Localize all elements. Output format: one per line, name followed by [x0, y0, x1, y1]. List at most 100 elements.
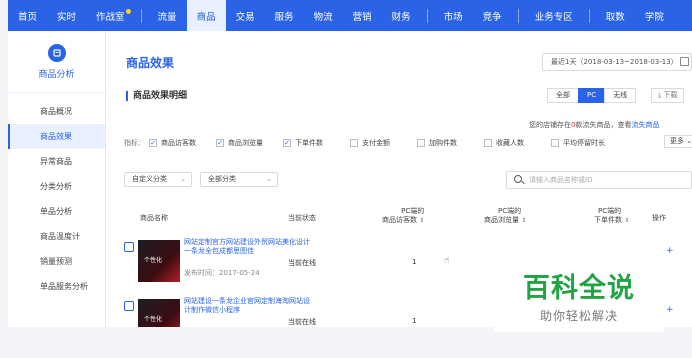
- col-label-line1: PC端的: [498, 207, 522, 215]
- product-name-link[interactable]: 网站建设一条龙企业官网定制海淘网站设计制作微信小程序: [184, 297, 314, 315]
- segment-wireless[interactable]: 无线: [604, 88, 637, 103]
- nav-item-trade[interactable]: 交易: [226, 0, 265, 31]
- metric-label: 支付金额: [362, 139, 390, 147]
- visitors-value: 1: [412, 258, 417, 266]
- nav-item-realtime[interactable]: 实时: [47, 0, 86, 31]
- metric-label: 下单件数: [295, 139, 323, 147]
- nav-item-service[interactable]: 服务: [265, 0, 304, 31]
- nav-item-academy[interactable]: 学院: [635, 0, 674, 31]
- select-value: 全部分类: [208, 175, 236, 183]
- segment-pc[interactable]: PC: [578, 88, 606, 103]
- col-status: 当前状态: [288, 214, 316, 222]
- nav-item-finance[interactable]: 财务: [382, 0, 421, 31]
- nav-item-business-zone[interactable]: 业务专区: [525, 0, 583, 31]
- sidebar-item-category[interactable]: 分类分析: [8, 174, 105, 199]
- metric-checkbox-favorites[interactable]: 收藏人数: [484, 138, 551, 148]
- lost-products-link[interactable]: 流失商品: [631, 121, 659, 129]
- col-visitors[interactable]: PC端的 商品访客数 ⇕: [382, 207, 424, 225]
- thumb-text: 个性化: [144, 257, 163, 264]
- sidebar-list: 商品概况 商品效果 异常商品 分类分析 单品分析 商品温度计 销量预测 单品服务…: [8, 93, 105, 299]
- device-segment: 全部 PC 无线: [547, 88, 637, 103]
- all-category-select[interactable]: 全部分类 ⌄: [200, 172, 278, 187]
- metric-checkbox-stay-time[interactable]: 平均停留时长: [551, 138, 618, 148]
- download-label: 下载: [663, 91, 678, 99]
- notice-middle: 款流失商品，查看: [575, 121, 632, 129]
- metric-checkbox-pageviews[interactable]: ✓ 商品浏览量: [216, 138, 283, 148]
- notification-dot: [125, 9, 131, 14]
- nav-divider: [140, 8, 142, 23]
- nav-label: 财务: [391, 11, 411, 23]
- publish-time: 发布时间：2017-05-24: [184, 269, 260, 277]
- sidebar-item-overview[interactable]: 商品概况: [8, 99, 105, 124]
- product-thumbnail[interactable]: 个性化: [138, 299, 180, 327]
- nav-item-competition[interactable]: 竞争: [473, 0, 512, 31]
- nav-item-data-fetch[interactable]: 取数: [596, 0, 635, 31]
- sidebar-item-single-product[interactable]: 单品分析: [8, 199, 105, 224]
- search-icon: [514, 175, 522, 183]
- segment-all[interactable]: 全部: [547, 88, 579, 103]
- thumb-text: 个性化: [144, 316, 163, 323]
- product-doc-icon: [124, 301, 134, 311]
- sidebar-item-service[interactable]: 单品服务分析: [8, 274, 105, 299]
- sidebar-item-product-effect[interactable]: 商品效果: [8, 124, 105, 149]
- nav-label: 学院: [644, 11, 664, 23]
- nav-item-traffic[interactable]: 流量: [148, 0, 187, 31]
- col-label-line2: 商品访客数: [382, 216, 417, 224]
- date-range-text: 最近1天（2018-03-13~2018-03-13）: [551, 58, 678, 66]
- add-icon[interactable]: +: [666, 246, 674, 256]
- product-name-link[interactable]: 网站定制官方网站建设外贸网站美化设计一条龙全包成都思图佳: [184, 238, 314, 256]
- col-label-line1: PC端的: [401, 207, 425, 215]
- sidebar-item-abnormal[interactable]: 异常商品: [8, 149, 105, 174]
- watermark-subtitle: 助你轻松解决: [539, 309, 618, 323]
- nav-item-logistics[interactable]: 物流: [304, 0, 343, 31]
- col-orders[interactable]: PC端的 下单件数 ⇕: [594, 207, 629, 225]
- metric-label: 商品访客数: [161, 139, 196, 147]
- metric-label: 收藏人数: [496, 139, 524, 147]
- more-metrics-button[interactable]: 更多 ⌄: [664, 135, 692, 148]
- date-range-picker[interactable]: 最近1天（2018-03-13~2018-03-13）: [542, 53, 692, 71]
- nav-label: 流量: [157, 11, 177, 23]
- sidebar-item-thermometer[interactable]: 商品温度计: [8, 224, 105, 249]
- product-thumbnail[interactable]: 个性化: [138, 240, 180, 282]
- custom-category-select[interactable]: 自定义分类 ⌄: [124, 172, 192, 187]
- nav-item-war-room[interactable]: 作战室: [86, 0, 135, 31]
- nav-item-products[interactable]: 商品: [186, 0, 226, 31]
- select-value: 自定义分类: [132, 175, 167, 183]
- metrics-selector: 指标： ✓ 商品访客数 ✓ 商品浏览量 ✓ 下单件数 支付金额 加购件数 收藏人数 平…: [124, 135, 692, 148]
- nav-label: 业务专区: [534, 11, 573, 23]
- sidebar-item-forecast[interactable]: 销量预测: [8, 249, 105, 274]
- nav-label: 作战室: [96, 11, 125, 23]
- nav-divider: [588, 8, 590, 23]
- chevron-down-icon: ⌄: [180, 175, 186, 183]
- nav-item-marketing[interactable]: 营销: [343, 0, 382, 31]
- nav-label: 营销: [352, 11, 372, 23]
- col-label-line2: 下单件数: [594, 216, 622, 224]
- calendar-icon[interactable]: [680, 57, 689, 66]
- metric-checkbox-cart[interactable]: 加购件数: [417, 138, 484, 148]
- nav-label: 物流: [313, 11, 333, 23]
- checkbox-empty-icon: [417, 139, 425, 147]
- download-icon: ⤓: [658, 91, 662, 99]
- page-title: 商品效果: [126, 56, 175, 70]
- nav-item-home[interactable]: 首页: [8, 0, 47, 31]
- product-status: 当前在线: [288, 259, 316, 267]
- visitors-value: 1: [412, 317, 417, 325]
- metric-checkbox-visitors[interactable]: ✓ 商品访客数: [149, 138, 216, 148]
- metric-checkbox-payment[interactable]: 支付金额: [350, 138, 417, 148]
- sidebar: 商品分析 商品概况 商品效果 异常商品 分类分析 单品分析 商品温度计 销量预测…: [8, 31, 106, 327]
- col-label-line1: PC端的: [598, 207, 622, 215]
- top-nav: 首页 实时 作战室 流量 商品 交易 服务 物流 营销 财务 市场 竞争 业务专…: [8, 0, 692, 31]
- checkbox-empty-icon: [350, 139, 358, 147]
- nav-label: 首页: [18, 11, 38, 23]
- col-pageviews[interactable]: PC端的 商品浏览量 ⇕: [484, 207, 526, 225]
- nav-label: 服务: [274, 11, 294, 23]
- nav-label: 商品: [196, 11, 216, 23]
- add-icon[interactable]: +: [666, 305, 674, 315]
- product-search-input[interactable]: 请输入商品名称或ID: [506, 171, 692, 189]
- nav-divider: [426, 8, 428, 23]
- metric-checkbox-orders[interactable]: ✓ 下单件数: [283, 138, 350, 148]
- chevron-down-icon: ⌄: [266, 175, 272, 183]
- nav-label: 取数: [605, 11, 625, 23]
- nav-item-market[interactable]: 市场: [434, 0, 473, 31]
- download-button[interactable]: ⤓ 下载: [651, 88, 685, 103]
